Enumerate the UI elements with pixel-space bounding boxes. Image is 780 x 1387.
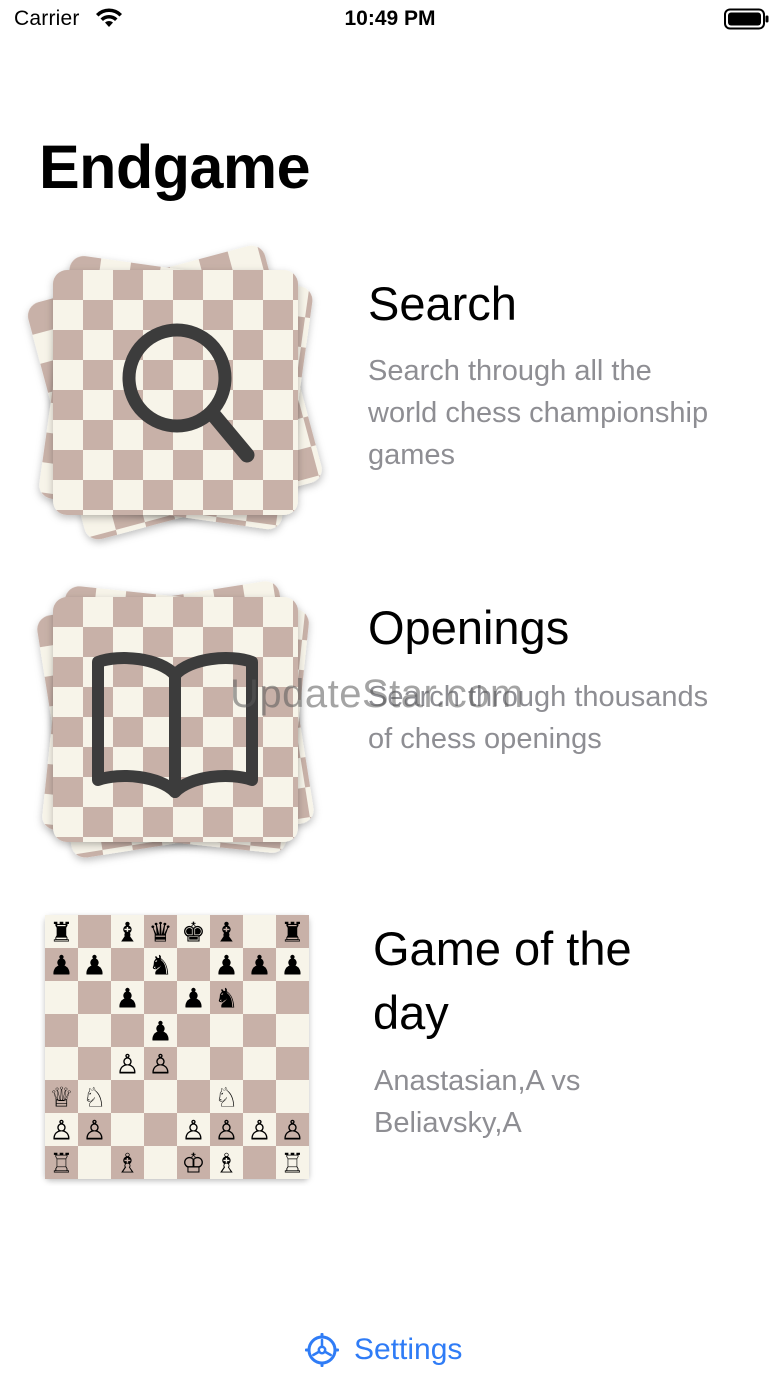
black-pawn-piece: ♟ [49, 950, 73, 981]
board-square [177, 1080, 210, 1113]
black-rook-piece: ♜ [49, 917, 73, 948]
white-pawn-piece: ♙ [148, 1049, 172, 1080]
black-knight-piece: ♞ [214, 983, 238, 1014]
board-square [45, 1014, 78, 1047]
game-of-the-day-players: Anastasian,A vs Beliavsky,A [374, 1065, 581, 1139]
board-square [111, 948, 144, 981]
black-pawn-piece: ♟ [280, 950, 304, 981]
game-board: ♜ ♝ ♛ ♚ ♝ ♜♟ ♟ ♞ ♟ ♟ ♟♟ ♟ ♞♟♙ ♙♕ ♘ ♘♙ ♙ ♙ ♙ ♙ ♙♖ ♗ ♔ ♗ ♖ [45, 915, 309, 1179]
board-square [144, 1146, 177, 1179]
battery-icon [724, 8, 769, 30]
black-pawn-piece: ♟ [214, 950, 238, 981]
white-pawn-piece: ♙ [115, 1049, 139, 1080]
white-pawn-piece: ♙ [49, 1115, 73, 1146]
board-square [243, 1080, 276, 1113]
settings-label: Settings [354, 1333, 463, 1366]
board-square [144, 981, 177, 1014]
board-square [243, 1047, 276, 1080]
openings-card[interactable]: Openings Search through thousands of che… [0, 570, 780, 870]
white-pawn-piece: ♙ [247, 1115, 271, 1146]
clock: 10:49 PM [344, 7, 436, 30]
gear-icon [305, 1333, 339, 1367]
board-square [78, 1014, 111, 1047]
board-square [276, 1014, 309, 1047]
white-pawn-piece: ♙ [280, 1115, 304, 1146]
black-pawn-piece: ♟ [148, 1016, 172, 1047]
openings-board-art [37, 581, 314, 858]
openings-description: Search through thousands of chess openin… [368, 681, 709, 755]
white-pawn-piece: ♙ [214, 1115, 238, 1146]
board-square [111, 1014, 144, 1047]
page-title: Endgame [39, 133, 311, 201]
game-of-the-day-title: Game of the day [373, 922, 632, 1039]
black-bishop-piece: ♝ [214, 917, 238, 948]
search-description: Search through all the world chess champ… [368, 355, 709, 471]
board-square [177, 948, 210, 981]
black-pawn-piece: ♟ [247, 950, 271, 981]
board-square [243, 981, 276, 1014]
board-square [78, 981, 111, 1014]
white-king-piece: ♔ [181, 1148, 205, 1179]
black-rook-piece: ♜ [280, 917, 304, 948]
white-knight-piece: ♘ [82, 1082, 106, 1113]
white-queen-piece: ♕ [49, 1082, 73, 1113]
board-square [144, 1080, 177, 1113]
board-square [78, 1146, 111, 1179]
board-square [111, 1113, 144, 1146]
settings-button[interactable]: Settings [304, 1330, 462, 1370]
board-square [78, 915, 111, 948]
board-square [276, 1080, 309, 1113]
white-pawn-piece: ♙ [82, 1115, 106, 1146]
board-square [210, 1014, 243, 1047]
board-square [276, 981, 309, 1014]
board-square [177, 1047, 210, 1080]
white-pawn-piece: ♙ [181, 1115, 205, 1146]
status-bar: Carrier 10:49 PM [0, 0, 780, 40]
board-square [276, 1047, 309, 1080]
board-square [111, 1080, 144, 1113]
black-bishop-piece: ♝ [115, 917, 139, 948]
openings-title: Openings [368, 601, 570, 654]
search-title: Search [368, 277, 517, 330]
black-king-piece: ♚ [181, 917, 205, 948]
board-square [243, 1146, 276, 1179]
black-pawn-piece: ♟ [115, 983, 139, 1014]
board-square [177, 1014, 210, 1047]
white-knight-piece: ♘ [214, 1082, 238, 1113]
board-square [45, 981, 78, 1014]
game-of-the-day-card[interactable]: ♜ ♝ ♛ ♚ ♝ ♜ ♟ ♟ ♞ ♟ ♟ ♟ ♟ ♟ ♞ ♟ ♙ ♙ ♕ ♘ ♘ ♙ ♙ ♙ ♙ ♙ ♙ ♖ ♗ ♔ ♗ ♖ Game of… [0, 905, 780, 1195]
white-bishop-piece: ♗ [115, 1148, 139, 1179]
white-bishop-piece: ♗ [214, 1148, 238, 1179]
board-square [45, 1047, 78, 1080]
white-rook-piece: ♖ [280, 1148, 304, 1179]
white-rook-piece: ♖ [49, 1148, 73, 1179]
search-board-art [27, 245, 322, 540]
board-square [243, 1014, 276, 1047]
board-square [243, 915, 276, 948]
board-square [210, 1047, 243, 1080]
black-queen-piece: ♛ [148, 917, 172, 948]
board-square [78, 1047, 111, 1080]
black-knight-piece: ♞ [148, 950, 172, 981]
black-pawn-piece: ♟ [181, 983, 205, 1014]
black-pawn-piece: ♟ [82, 950, 106, 981]
search-card[interactable]: Search Search through all the world ches… [0, 240, 780, 550]
board-square [144, 1113, 177, 1146]
